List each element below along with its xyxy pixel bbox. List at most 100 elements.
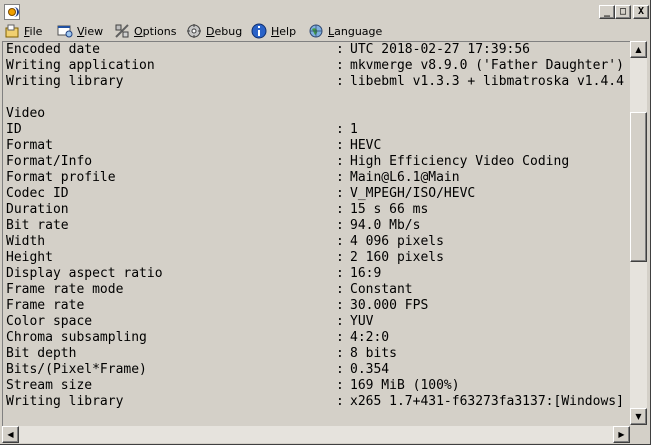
separator-colon: :: [336, 346, 344, 361]
info-key: ID: [6, 122, 22, 137]
app-logo-wave: [14, 7, 19, 17]
info-row: Stream size:169 MiB (100%): [6, 378, 460, 394]
menu-options[interactable]: Options: [114, 22, 176, 40]
menu-help-label: Help: [271, 24, 297, 38]
vertical-scrollbar[interactable]: ▲ ▼: [630, 41, 647, 425]
info-value: 8 bits: [350, 346, 397, 361]
info-row: Codec ID: V_MPEGH/ISO/HEVC: [6, 186, 475, 202]
info-row: Writing application: mkvmerge v8.9.0 ('Fa…: [6, 58, 624, 74]
blank-row: [6, 90, 336, 106]
scroll-right-button[interactable]: ▶: [613, 426, 630, 443]
separator-colon: :: [336, 250, 344, 265]
separator-colon: :: [336, 186, 344, 201]
info-value: V_MPEGH/ISO/HEVC: [350, 186, 476, 201]
separator-colon: :: [336, 138, 344, 153]
info-row: Format: HEVC: [6, 138, 381, 154]
info-row: Encoded date: UTC 2018-02-27 17:39:56: [6, 42, 530, 58]
info-key: Height: [6, 250, 53, 265]
info-row: Display aspect ratio:16:9: [6, 266, 381, 282]
maximize-button[interactable]: □: [615, 5, 631, 19]
separator-colon: :: [336, 122, 344, 137]
info-row: ID:1: [6, 122, 358, 138]
info-key: Codec ID: [6, 186, 69, 201]
info-row: Format profile: Main@L6.1@Main: [6, 170, 460, 186]
info-key: Format: [6, 138, 53, 153]
separator-colon: :: [336, 202, 344, 217]
info-key: Stream size: [6, 378, 93, 393]
separator-colon: :: [336, 234, 344, 249]
info-value: 4 096 pixels: [350, 234, 444, 249]
app-logo-icon[interactable]: [4, 4, 20, 20]
file-icon: [4, 23, 20, 39]
info-value: 30.000 FPS: [350, 298, 429, 313]
view-icon: [57, 23, 73, 39]
minimize-button[interactable]: _: [599, 5, 615, 19]
info-row: Writing library: x265 1.7+431-f63273fa313…: [6, 394, 624, 410]
info-value: UTC 2018-02-27 17:39:56: [350, 42, 531, 57]
app-window: _ □ X File View Options Debug Help Langu…: [0, 0, 651, 445]
section-heading: Video: [6, 106, 336, 122]
info-row: Frame rate:30.000 FPS: [6, 298, 428, 314]
info-key: Format/Info: [6, 154, 93, 169]
info-value: 94.0 Mb/s: [350, 218, 421, 233]
menu-options-label: Options: [134, 24, 177, 38]
info-value: High Efficiency Video Coding: [350, 154, 570, 169]
scroll-up-button[interactable]: ▲: [630, 41, 647, 58]
info-value: libebml v1.3.3 + libmatroska v1.4.4: [350, 74, 624, 89]
separator-colon: :: [336, 170, 344, 185]
info-value: 169 MiB (100%): [350, 378, 460, 393]
menu-language[interactable]: Language: [308, 22, 382, 40]
menu-bar: _ □ X File View Options Debug Help Langu…: [0, 0, 651, 41]
separator-colon: :: [336, 298, 344, 313]
scroll-down-button[interactable]: ▼: [630, 408, 647, 425]
info-key: Format profile: [6, 170, 116, 185]
info-key: Bit depth: [6, 346, 77, 361]
separator-colon: :: [336, 154, 344, 169]
info-key: Duration: [6, 202, 69, 217]
horizontal-scrollbar[interactable]: ◀ ▶: [2, 426, 647, 443]
info-value: Constant: [350, 282, 413, 297]
separator-colon: :: [336, 74, 344, 89]
info-row: Height:2 160 pixels: [6, 250, 444, 266]
info-row: Chroma subsampling:4:2:0: [6, 330, 389, 346]
info-row: Duration:15 s 66 ms: [6, 202, 428, 218]
close-button[interactable]: X: [633, 5, 649, 19]
menu-debug[interactable]: Debug: [186, 22, 242, 40]
help-icon: [251, 23, 267, 39]
info-row: Format/Info: High Efficiency Video Coding: [6, 154, 569, 170]
info-value: 4:2:0: [350, 330, 390, 345]
info-row: Bits/(Pixel*Frame):0.354: [6, 362, 389, 378]
separator-colon: :: [336, 42, 344, 57]
info-key: Width: [6, 234, 46, 249]
info-key: Chroma subsampling: [6, 330, 147, 345]
separator-colon: :: [336, 378, 344, 393]
language-icon: [308, 23, 324, 39]
menu-file[interactable]: File: [4, 22, 42, 40]
info-row: Color space: YUV: [6, 314, 373, 330]
scrollbar-corner: [630, 426, 647, 443]
info-row: Frame rate mode: Constant: [6, 282, 413, 298]
info-value: 15 s 66 ms: [350, 202, 429, 217]
info-key: Frame rate mode: [6, 282, 124, 297]
menu-help[interactable]: Help: [251, 22, 296, 40]
info-key: Writing application: [6, 58, 155, 73]
info-row: Writing library: libebml v1.3.3 + libmatr…: [6, 74, 624, 90]
info-row: Bit depth:8 bits: [6, 346, 397, 362]
separator-colon: :: [336, 394, 344, 409]
menu-language-label: Language: [328, 24, 383, 38]
info-key: Writing library: [6, 394, 124, 409]
info-value: Main@L6.1@Main: [350, 170, 460, 185]
info-key: Frame rate: [6, 298, 85, 313]
info-value: YUV: [350, 314, 374, 329]
separator-colon: :: [336, 362, 344, 377]
options-icon: [114, 23, 130, 39]
separator-colon: :: [336, 314, 344, 329]
info-value: 16:9: [350, 266, 382, 281]
info-row: Bit rate:94.0 Mb/s: [6, 218, 420, 234]
menu-view[interactable]: View: [57, 22, 103, 40]
menu-view-label: View: [77, 24, 104, 38]
media-info-text[interactable]: Encoded date: UTC 2018-02-27 17:39:56 Writ…: [2, 41, 630, 426]
vertical-scroll-thumb[interactable]: [630, 112, 647, 262]
info-row: Width:4 096 pixels: [6, 234, 444, 250]
scroll-left-button[interactable]: ◀: [2, 426, 19, 443]
